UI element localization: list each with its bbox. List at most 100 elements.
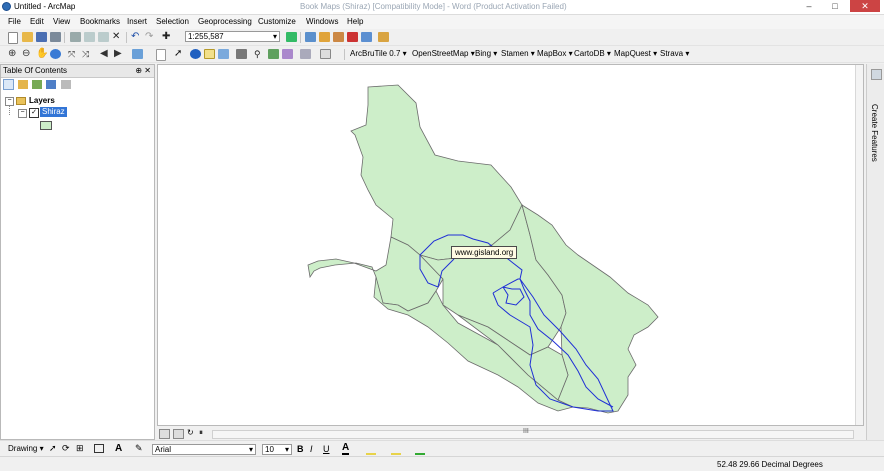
arctoolbox-icon[interactable]	[347, 32, 358, 42]
drawing-menu[interactable]: Drawing ▾	[8, 444, 44, 453]
identify-icon[interactable]	[190, 49, 201, 59]
create-features-side-tab[interactable]: Create Features	[866, 64, 884, 440]
save-icon[interactable]	[36, 32, 47, 42]
python-window-icon[interactable]	[361, 32, 372, 42]
layout-view-icon[interactable]	[159, 429, 170, 439]
undo-icon[interactable]: ↶	[131, 32, 142, 42]
fixed-zoom-in-icon[interactable]: ⤧	[68, 49, 79, 59]
menu-view[interactable]: View	[53, 17, 70, 26]
fixed-zoom-out-icon[interactable]: ⤨	[82, 49, 93, 59]
pan-icon[interactable]: ✋	[36, 49, 48, 59]
forward-extent-icon[interactable]: ▶	[114, 49, 125, 59]
list-by-drawing-order-icon[interactable]	[3, 79, 14, 90]
mapquest-dropdown[interactable]: MapQuest ▾	[614, 49, 657, 58]
refresh-icon[interactable]: ↻	[187, 428, 194, 437]
redo-icon[interactable]: ↷	[145, 32, 156, 42]
zoom-in-icon[interactable]: ⊕	[8, 49, 19, 59]
open-folder-icon[interactable]	[22, 32, 33, 42]
clear-selection-icon[interactable]	[156, 49, 166, 61]
menu-customize[interactable]: Customize	[258, 17, 296, 26]
table-of-contents-icon[interactable]	[305, 32, 316, 42]
mapbox-dropdown[interactable]: MapBox ▾	[537, 49, 573, 58]
list-by-selection-icon[interactable]	[46, 80, 56, 89]
font-color-icon[interactable]: A	[342, 443, 350, 455]
list-by-visibility-icon[interactable]	[32, 80, 42, 89]
html-popup-icon[interactable]	[218, 49, 229, 59]
arcbrutile-dropdown[interactable]: ArcBruTile 0.7 ▾	[350, 49, 407, 58]
print-icon[interactable]	[50, 32, 61, 42]
search-window-icon[interactable]	[333, 32, 344, 42]
select-features-icon[interactable]	[132, 49, 143, 59]
menu-geoprocessing[interactable]: Geoprocessing	[198, 17, 252, 26]
cartodb-dropdown[interactable]: CartoDB ▾	[574, 49, 611, 58]
maximize-button[interactable]: □	[824, 0, 846, 12]
menu-file[interactable]: File	[8, 17, 21, 26]
select-elements-icon[interactable]: ➚	[174, 49, 185, 59]
delete-icon[interactable]: ✕	[112, 32, 123, 42]
menu-windows[interactable]: Windows	[306, 17, 338, 26]
toc-options-icon[interactable]	[61, 80, 71, 89]
strava-dropdown[interactable]: Strava ▾	[660, 49, 689, 58]
new-document-icon[interactable]	[8, 32, 18, 44]
map-vertical-scrollbar[interactable]	[855, 65, 863, 425]
zoom-out-icon[interactable]: ⊖	[22, 49, 33, 59]
line-color-icon[interactable]	[391, 443, 401, 455]
stamen-dropdown[interactable]: Stamen ▾	[501, 49, 535, 58]
font-dropdown[interactable]: Arial ▾	[152, 444, 256, 455]
tree-connector	[9, 105, 10, 115]
catalog-side-icon[interactable]	[871, 69, 882, 80]
layer-name-shiraz[interactable]: Shiraz	[40, 107, 67, 117]
select-elements-draw-icon[interactable]: ➚	[49, 444, 57, 453]
font-size-dropdown[interactable]: 10 ▾	[262, 444, 292, 455]
openstreetmap-dropdown[interactable]: OpenStreetMap ▾	[412, 49, 475, 58]
fill-color-icon[interactable]	[366, 443, 376, 455]
minimize-button[interactable]: –	[798, 0, 820, 12]
editor-toolbar-icon[interactable]	[286, 32, 297, 42]
marker-color-icon[interactable]	[415, 443, 425, 455]
model-builder-icon[interactable]	[378, 32, 389, 42]
viewer-window-icon[interactable]	[320, 49, 331, 59]
find-icon[interactable]: ⚲	[254, 49, 265, 59]
full-extent-icon[interactable]	[50, 49, 61, 59]
menu-bookmarks[interactable]: Bookmarks	[80, 17, 120, 26]
paste-icon[interactable]	[98, 32, 109, 42]
layer-visibility-checkbox[interactable]: ✓	[29, 108, 39, 118]
separator	[64, 32, 65, 43]
data-view-icon[interactable]	[173, 429, 184, 439]
rectangle-icon[interactable]	[94, 444, 104, 453]
layer-symbol-swatch[interactable]	[40, 121, 52, 130]
menu-insert[interactable]: Insert	[127, 17, 147, 26]
rotate-icon[interactable]: ⟳	[62, 444, 70, 453]
go-to-xy-icon[interactable]	[282, 49, 293, 59]
underline-button[interactable]: U	[323, 444, 330, 454]
cut-icon[interactable]	[70, 32, 81, 42]
map-horizontal-scrollbar[interactable]	[212, 430, 854, 439]
bing-dropdown[interactable]: Bing ▾	[475, 49, 497, 58]
measure-icon[interactable]	[236, 49, 247, 59]
italic-button[interactable]: I	[310, 444, 313, 454]
map-scale-dropdown[interactable]: 1:255,587 ▾	[185, 31, 280, 42]
layers-root-label[interactable]: Layers	[29, 96, 55, 105]
toc-pin-close-controls[interactable]: ⊕ ✕	[135, 66, 151, 75]
menu-edit[interactable]: Edit	[30, 17, 44, 26]
menu-selection[interactable]: Selection	[156, 17, 189, 26]
menu-help[interactable]: Help	[347, 17, 363, 26]
hyperlink-icon[interactable]	[204, 49, 215, 59]
pause-drawing-icon[interactable]: ⏸	[199, 428, 203, 438]
add-data-icon[interactable]: ✚	[162, 32, 173, 42]
back-extent-icon[interactable]: ◀	[100, 49, 111, 59]
map-canvas[interactable]	[158, 65, 863, 425]
find-route-icon[interactable]	[268, 49, 279, 59]
zoom-whole-page-icon[interactable]: ⊞	[76, 444, 84, 453]
close-button[interactable]: ✕	[850, 0, 880, 12]
map-view[interactable]: www.gisland.org	[157, 64, 864, 426]
text-icon[interactable]: A	[115, 443, 122, 454]
bold-button[interactable]: B	[297, 444, 304, 454]
time-slider-icon[interactable]	[300, 49, 311, 59]
edit-vertices-icon[interactable]: ✎	[135, 444, 143, 453]
copy-icon[interactable]	[84, 32, 95, 42]
list-by-source-icon[interactable]	[18, 80, 28, 89]
collapse-layer-icon[interactable]: −	[18, 109, 27, 118]
catalog-icon[interactable]	[319, 32, 330, 42]
create-features-label[interactable]: Create Features	[870, 104, 879, 162]
